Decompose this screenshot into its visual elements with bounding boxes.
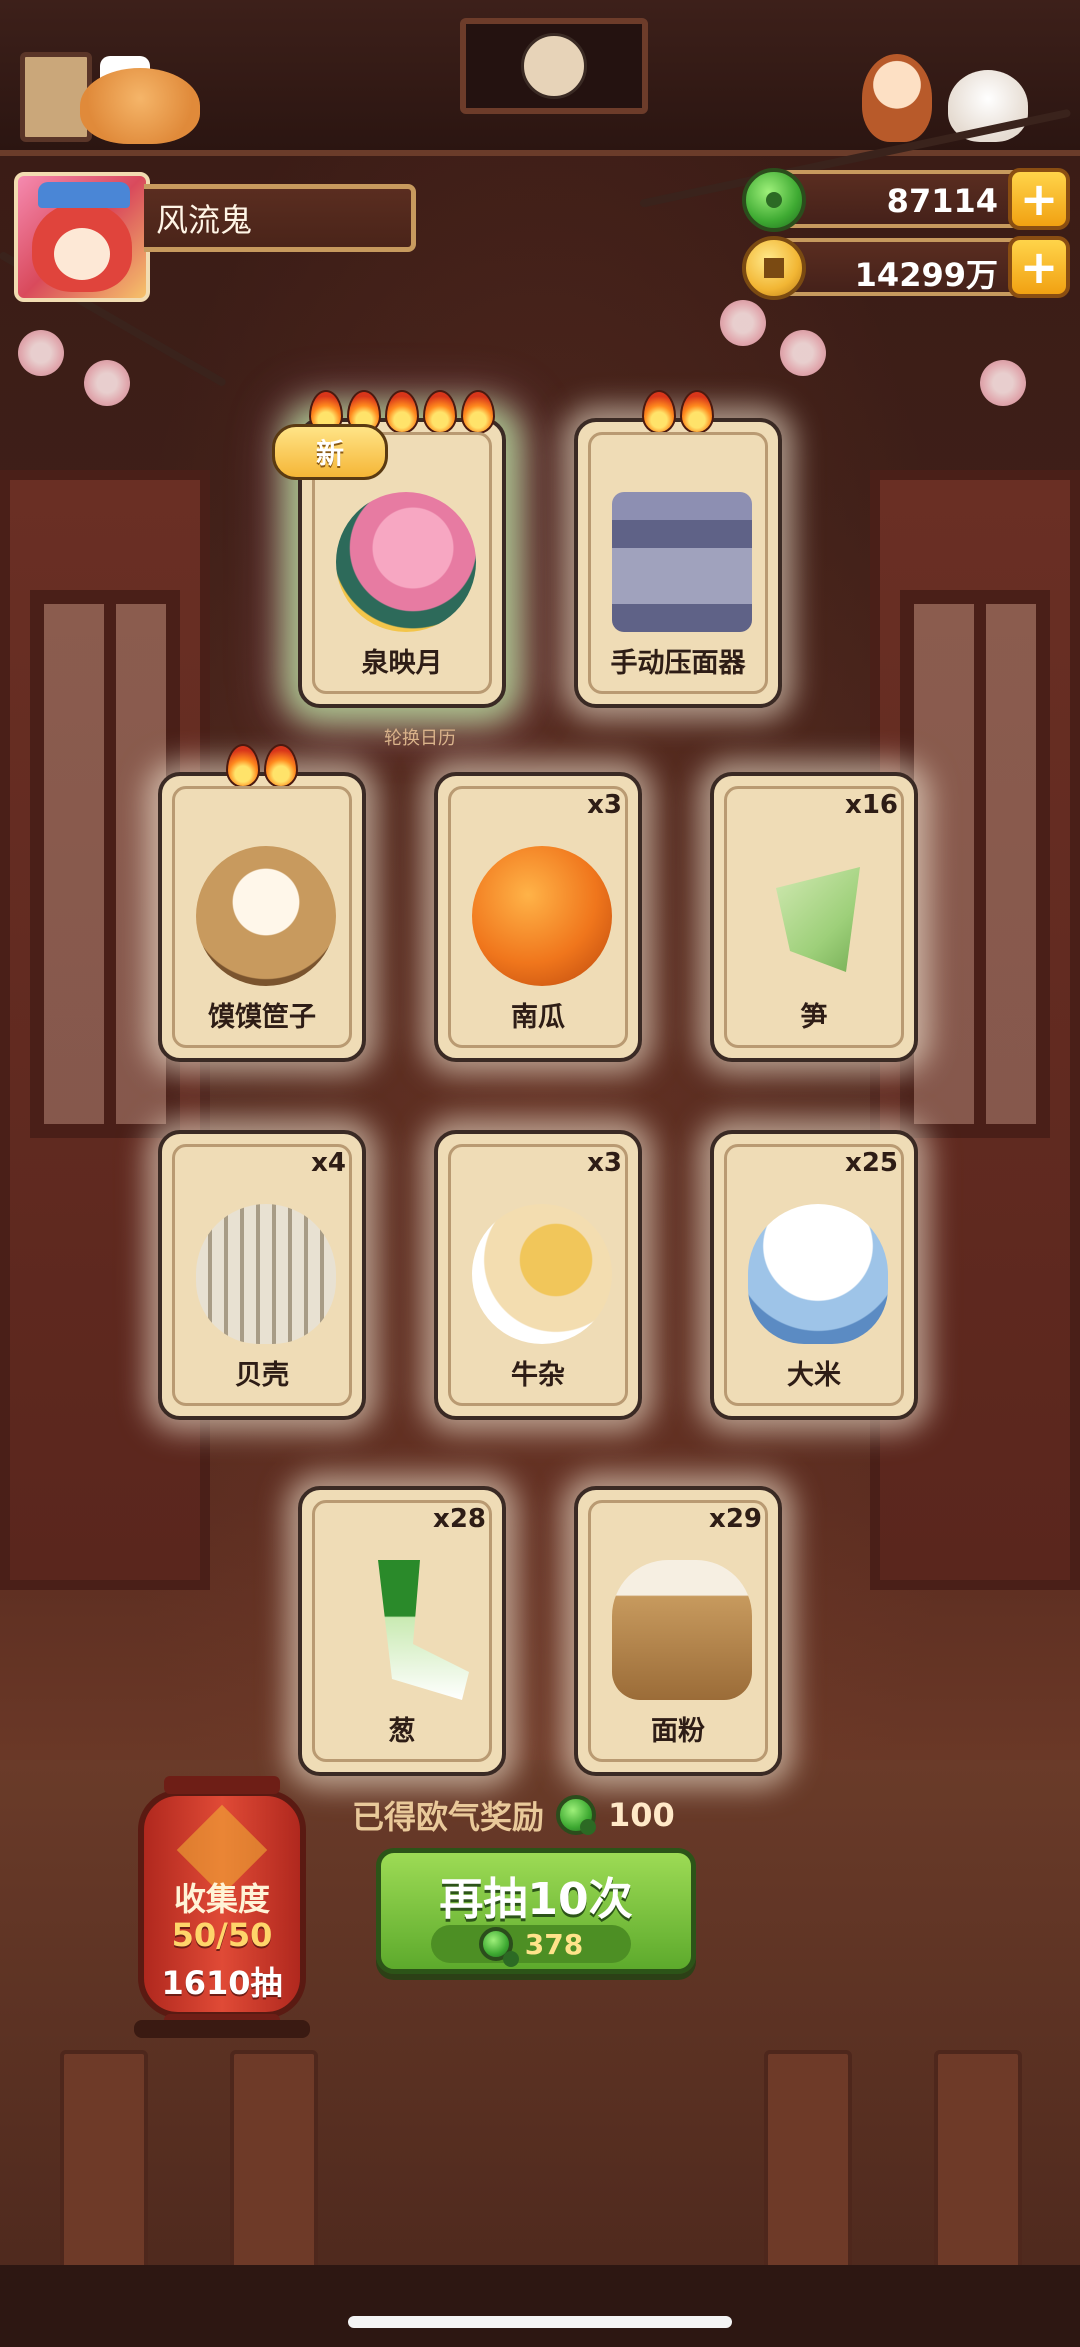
blossom [780,330,826,376]
coin-currency: 14299万 + [742,236,1070,300]
rotation-calendar-label: 轮换日历 [384,728,456,749]
steamer-basket-icon [196,846,336,986]
player-avatar[interactable] [14,172,150,302]
flour-sack-icon [612,1560,752,1700]
draw-cost-amount: 378 [524,1927,584,1961]
jade-icon [556,1795,597,1835]
jade-amount: 87114 [886,182,998,220]
rice-bowl-icon [748,1204,888,1344]
coin-amount: 14299万 [854,256,998,294]
collection-progress: 50/50 [171,1916,273,1954]
jade-icon [742,168,806,232]
fish-cake-icon [336,492,476,632]
hanging-portrait-icon [460,18,648,114]
card-count: x16 [845,790,898,820]
rarity-flames [578,390,778,434]
rarity-flames [162,744,362,788]
add-jade-button[interactable]: + [1008,168,1070,230]
card-count: x3 [587,1148,622,1178]
chef-character-icon [862,54,932,142]
collection-title: 收集度 [173,1880,270,1918]
card-item[interactable]: 馍馍笸子 [158,744,366,1062]
coin-icon [742,236,806,300]
player-name: 风流鬼 [144,184,416,252]
card-name: 馍馍笸子 [208,1002,316,1033]
card-item[interactable]: x3 南瓜 [434,772,642,1062]
card-count: x28 [433,1504,486,1534]
shell-icon [196,1204,336,1344]
blossom [18,330,64,376]
railing-post [60,2050,148,2298]
flame-icon [264,744,298,788]
noodle-press-icon [612,492,752,632]
card-count: x29 [709,1504,762,1534]
card-item[interactable]: x16 笋 [710,772,918,1062]
card-item[interactable]: 手动压面器 [574,390,782,708]
card-name: 贝壳 [235,1360,289,1391]
railing-post [230,2050,318,2298]
card-count: x3 [587,790,622,820]
card-name: 泉映月 [361,648,443,679]
pumpkin-icon [472,846,612,986]
card-item[interactable]: 新 泉映月 [272,390,506,708]
card-name: 笋 [800,1002,828,1033]
card-name: 手动压面器 [610,648,746,679]
jade-icon [478,1927,519,1967]
reward-label: 已得欧气奖励 [352,1798,545,1836]
reward-info: 已得欧气奖励 100 [352,1792,675,1838]
home-indicator[interactable] [348,2316,732,2328]
card-name: 葱 [388,1716,416,1747]
draw-again-button[interactable]: 再抽10次 378 [376,1848,696,1974]
card-count: x25 [845,1148,898,1178]
card-item[interactable]: x25 大米 [710,1130,918,1420]
card-name: 南瓜 [511,1002,565,1033]
blossom [84,360,130,406]
railing-post [934,2050,1022,2298]
reward-amount: 100 [608,1796,675,1834]
draw-button-label: 再抽10次 [439,1874,633,1925]
flame-icon [226,744,260,788]
bottom-strip [0,2265,1080,2347]
collection-lantern[interactable]: 收集度 50/50 1610抽 [138,1776,306,2032]
new-badge: 新 [272,424,388,480]
draw-cost: 378 [431,1925,631,1967]
railing-post [764,2050,852,2298]
card-name: 面粉 [651,1716,705,1747]
card-item[interactable]: x29 面粉 [574,1486,782,1776]
card-name: 牛杂 [511,1360,565,1391]
flame-icon [385,390,419,434]
beef-offal-icon [472,1204,612,1344]
flame-icon [461,390,495,434]
card-item[interactable]: x3 牛杂 [434,1130,642,1420]
add-coin-button[interactable]: + [1008,236,1070,298]
blossom [720,300,766,346]
card-item[interactable]: x4 贝壳 [158,1130,366,1420]
blossom [980,360,1026,406]
lantern-stand [134,2020,310,2038]
flame-icon [642,390,676,434]
collection-draws: 1610抽 [161,1964,283,2002]
card-item[interactable]: x28 葱 [298,1486,506,1776]
orange-cat-icon [80,68,200,144]
flame-icon [423,390,457,434]
card-name: 大米 [787,1360,841,1391]
jade-currency: 87114 + [742,168,1070,232]
flame-icon [680,390,714,434]
card-count: x4 [311,1148,346,1178]
